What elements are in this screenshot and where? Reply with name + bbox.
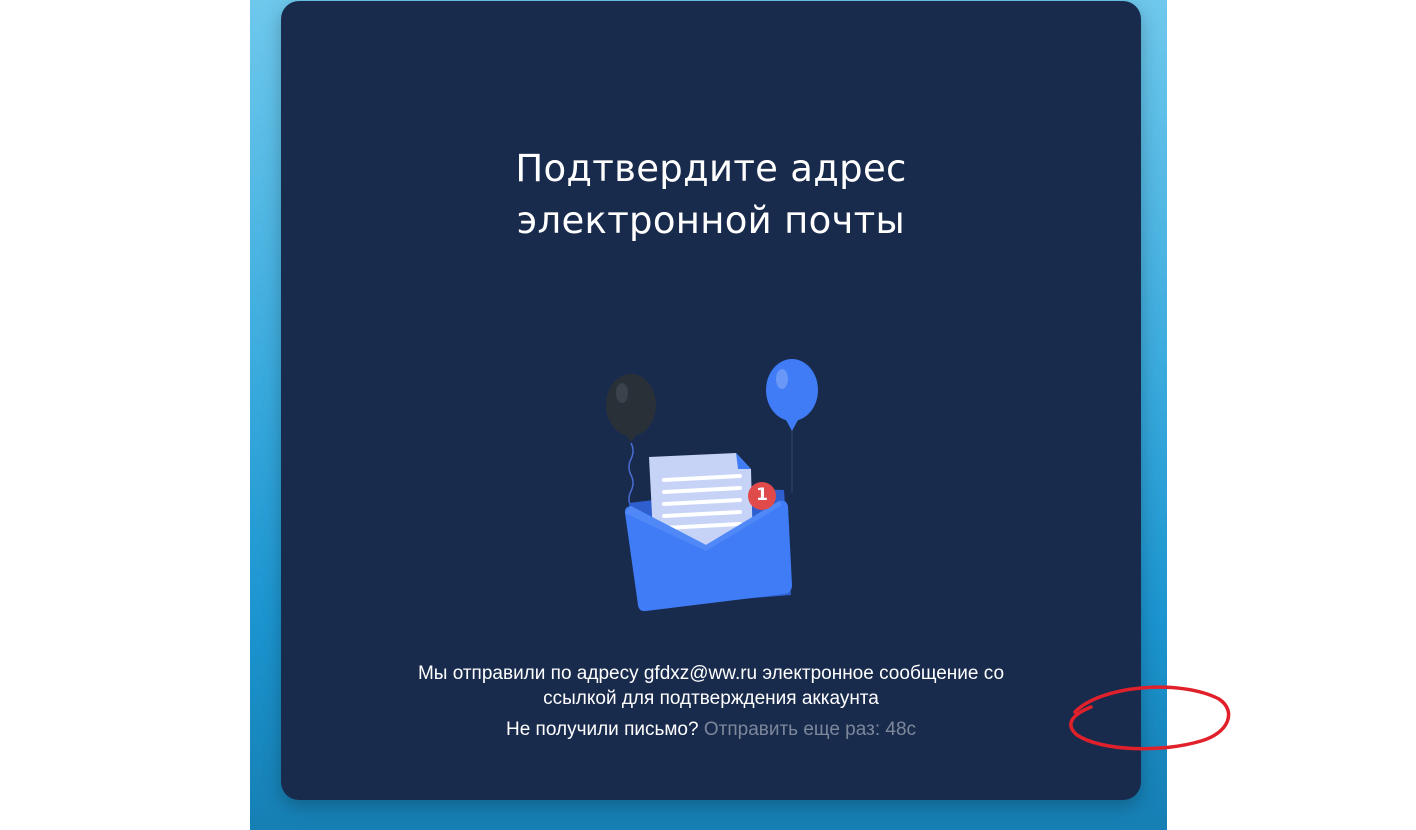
resend-row: Не получили письмо? Отправить еще раз: 4… — [281, 717, 1141, 742]
resend-link[interactable]: Отправить еще раз: 48с — [704, 719, 916, 740]
resend-prompt: Не получили письмо? — [505, 719, 699, 740]
confirmation-message-line-2: ссылкой для подтверждения аккаунта — [543, 688, 879, 709]
page-title: Подтвердите адрес электронной почты — [281, 143, 1141, 247]
blue-balloon-icon — [766, 359, 818, 431]
verification-card: Подтвердите адрес электронной почты 1 Мы… — [281, 1, 1231, 800]
confirmation-message-line-1: Мы отправили по адресу gfdxz@ww.ru элект… — [417, 663, 1005, 684]
dark-balloon-icon — [606, 374, 656, 442]
page-title-line-2: электронной почты — [516, 199, 906, 242]
envelope-illustration — [606, 359, 818, 612]
notification-count: 1 — [756, 485, 768, 505]
confirmation-message: Мы отправили по адресу gfdxz@ww.ru элект… — [281, 661, 1141, 711]
page-title-line-1: Подтвердите адрес — [515, 147, 907, 190]
